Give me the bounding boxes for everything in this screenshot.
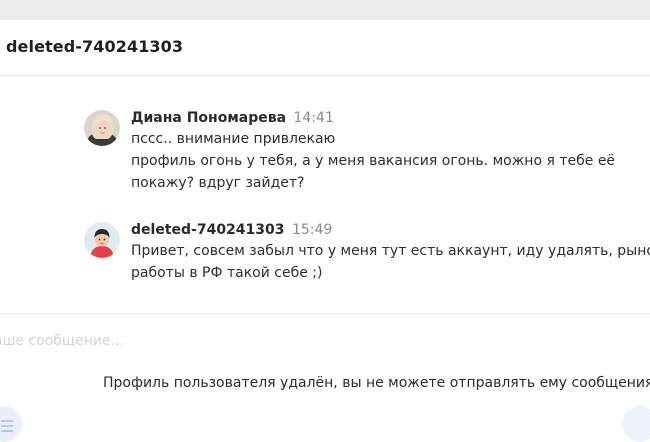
message-text-line: Привет, совсем забыл что у меня тут есть… bbox=[131, 243, 650, 259]
avatar-deleted-user[interactable] bbox=[84, 222, 120, 258]
message-body: deleted-740241303 15:49 Привет, совсем з… bbox=[131, 220, 650, 284]
top-bar bbox=[0, 0, 650, 20]
message-text-line: работы в РФ такой себе ;) bbox=[131, 265, 323, 281]
avatar-diana[interactable] bbox=[84, 110, 120, 146]
message-input[interactable]: аше сообщение... bbox=[0, 333, 124, 349]
message-text-line: пссс.. внимание привлекаю bbox=[131, 131, 336, 147]
composer-divider bbox=[0, 313, 650, 314]
message-author[interactable]: Диана Пономарева bbox=[131, 110, 286, 126]
chat-title: deleted-740241303 bbox=[6, 37, 184, 56]
message-header: Диана Пономарева 14:41 bbox=[131, 108, 621, 128]
message-body: Диана Пономарева 14:41 пссс.. внимание п… bbox=[131, 108, 621, 194]
message-header: deleted-740241303 15:49 bbox=[131, 220, 621, 240]
message-time: 14:41 bbox=[293, 110, 334, 126]
menu-button[interactable] bbox=[0, 406, 22, 442]
default-user-icon bbox=[84, 222, 120, 258]
chat-header: deleted-740241303 bbox=[0, 20, 650, 76]
message-text-line: покажу? вдруг зайдет? bbox=[131, 175, 305, 191]
menu-icon bbox=[1, 420, 13, 435]
send-button[interactable] bbox=[622, 406, 650, 442]
message-author[interactable]: deleted-740241303 bbox=[131, 222, 285, 238]
deleted-profile-notice: Профиль пользователя удалён, вы не может… bbox=[103, 375, 650, 391]
message-time: 15:49 bbox=[291, 222, 333, 238]
message-text-line: профиль огонь у тебя, а у меня вакансия … bbox=[131, 153, 616, 169]
user-photo-icon bbox=[84, 110, 120, 146]
